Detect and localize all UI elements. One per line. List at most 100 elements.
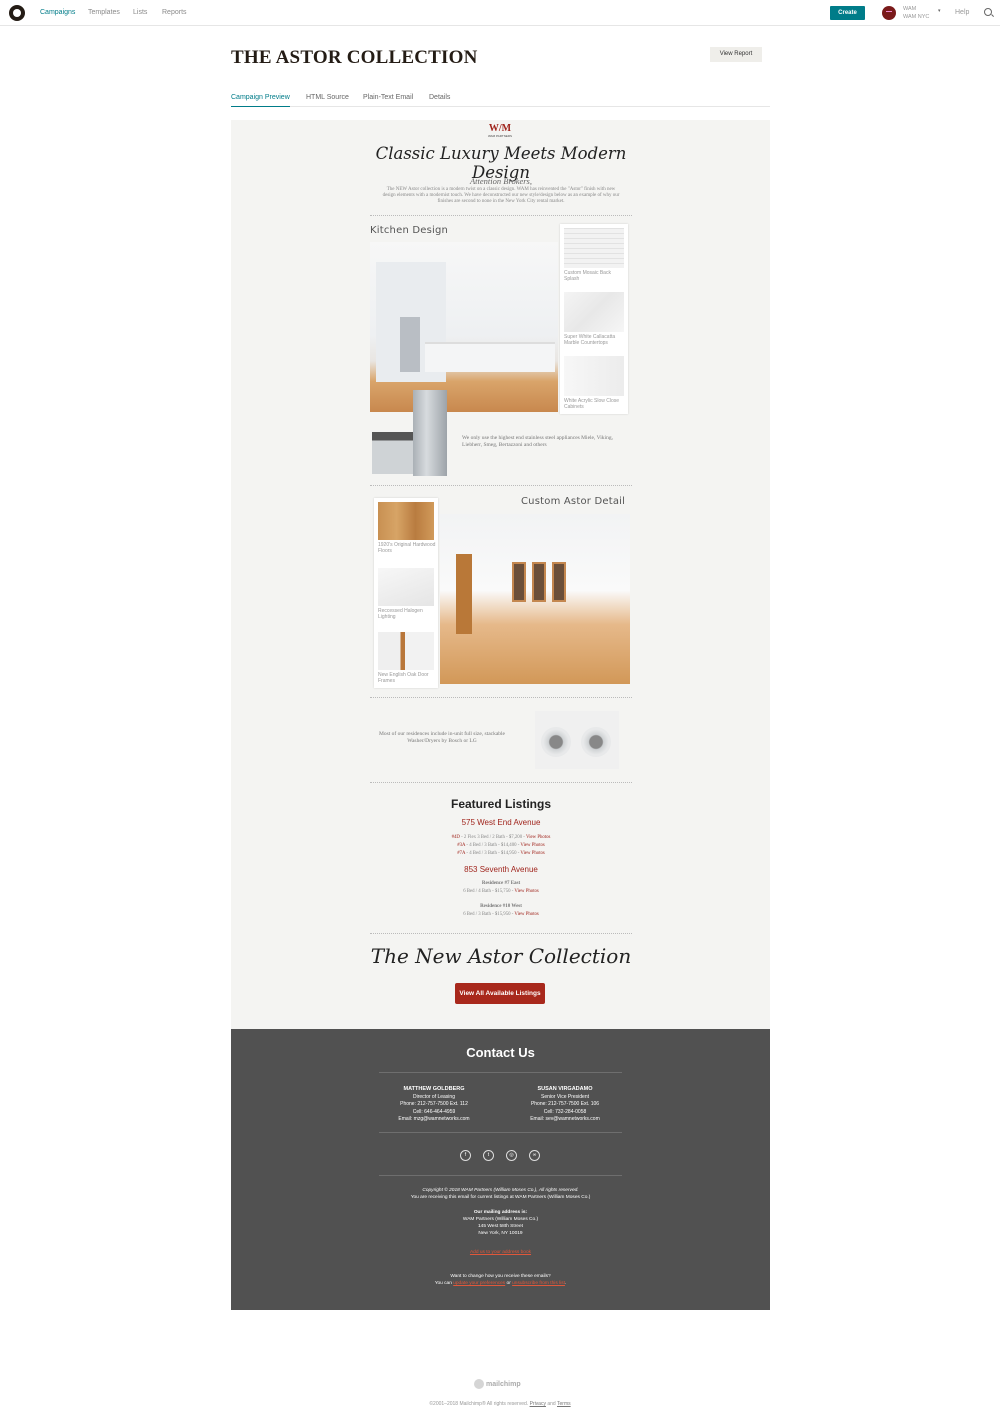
preferences-line: You can update your preferences or unsub…: [231, 1281, 770, 1288]
email-footer: Contact Us MATTHEW GOLDBERG Director of …: [231, 1029, 770, 1310]
contact-person: SUSAN VIRGADAMO Senior Vice President Ph…: [505, 1086, 625, 1124]
nav-reports[interactable]: Reports: [162, 9, 187, 16]
swatch-label: 1920's Original Hardwood Floors: [378, 542, 436, 554]
top-nav: Campaigns Templates Lists Reports Create…: [0, 0, 1000, 26]
unit-code[interactable]: #7A: [457, 851, 465, 856]
building-853-seventh: 853 Seventh Avenue: [464, 865, 538, 874]
wam-logo-mark: W/M: [488, 123, 512, 134]
account-menu[interactable]: WAM WAM NYC: [903, 5, 929, 21]
contact-email[interactable]: Email: mzg@wamnetworks.com: [374, 1116, 494, 1124]
view-photos-link[interactable]: View Photos: [514, 912, 538, 917]
unit-details: - 2 Flex 3 Bed / 2 Bath - $7,200 -: [459, 835, 527, 840]
unsubscribe-link[interactable]: unsubscribe from this list: [512, 1281, 565, 1286]
view-photos-link[interactable]: View Photos: [526, 835, 550, 840]
contact-name: MATTHEW GOLDBERG: [403, 1086, 465, 1092]
marble-swatch-image: [564, 292, 624, 332]
view-photos-link[interactable]: View Photos: [520, 851, 544, 856]
listing-row: #4D - 2 Flex 3 Bed / 2 Bath - $7,200 - V…: [370, 834, 632, 842]
account-name: WAM: [903, 6, 917, 12]
view-photos-link[interactable]: View Photos: [520, 843, 544, 848]
contact-cell: Cell: 646-464-4959: [412, 1108, 456, 1115]
wam-logo-text: WAM PARTNERS: [487, 134, 513, 138]
unit-code[interactable]: #4D: [452, 835, 460, 840]
listing-row: 6 Bed / 3 Bath - $15,950 - View Photos: [370, 911, 632, 919]
fridge-photo: [413, 390, 447, 476]
tab-plain-text-email[interactable]: Plain-Text Email: [363, 94, 413, 107]
campaign-tabs: Campaign Preview HTML Source Plain-Text …: [231, 94, 770, 107]
hardwood-swatch-image: [378, 502, 434, 540]
chevron-down-icon[interactable]: ▾: [938, 8, 941, 14]
twitter-icon[interactable]: t: [483, 1150, 494, 1161]
kitchen-heading: Kitchen Design: [370, 225, 449, 236]
divider: [379, 1132, 622, 1133]
tab-campaign-preview[interactable]: Campaign Preview: [231, 94, 290, 107]
contact-title: Director of Leasing: [413, 1093, 455, 1100]
contact-title: Senior Vice President: [541, 1093, 589, 1100]
facebook-icon[interactable]: f: [460, 1150, 471, 1161]
nav-campaigns[interactable]: Campaigns: [40, 9, 75, 16]
mailing-heading: Our mailing address is:: [473, 1210, 528, 1215]
view-photos-link[interactable]: View Photos: [514, 889, 538, 894]
page-title: THE ASTOR COLLECTION: [231, 47, 478, 68]
mailchimp-brand-text: mailchimp: [486, 1380, 521, 1388]
address-line: New York, NY 10019: [478, 1231, 523, 1236]
nav-templates[interactable]: Templates: [88, 9, 120, 16]
mailchimp-logo-icon[interactable]: [9, 5, 25, 21]
range-photo: [372, 432, 416, 474]
period-text: .: [564, 1281, 567, 1286]
washer-dryer-text: Most of our residences include in-unit f…: [378, 731, 505, 744]
privacy-link[interactable]: Privacy: [530, 1401, 546, 1407]
view-report-button[interactable]: View Report: [710, 47, 762, 62]
wam-partners-logo: W/M WAM PARTNERS: [484, 124, 516, 142]
room-photo: [440, 514, 630, 684]
view-all-listings-button[interactable]: View All Available Listings: [455, 983, 545, 1004]
add-address-book-link[interactable]: Add us to your address book: [470, 1250, 531, 1255]
building-575-west-end: 575 West End Avenue: [461, 818, 541, 827]
mailchimp-footer-logo: mailchimp: [474, 1379, 526, 1391]
swatch-label: New English Oak Door Frames: [378, 672, 429, 684]
mosaic-swatch-image: [564, 228, 624, 268]
attention-heading: Attention Brokers,: [469, 176, 532, 186]
detail-swatch-column: 1920's Original Hardwood Floors Reccesse…: [374, 498, 438, 688]
mailchimp-freddie-icon: [474, 1379, 484, 1389]
intro-text: The NEW Astor collection is a modern twi…: [382, 187, 620, 204]
receiving-text: You are receiving this email for current…: [410, 1195, 591, 1200]
and-text: and: [547, 1401, 556, 1407]
divider: [370, 697, 632, 698]
account-sub: WAM NYC: [903, 14, 930, 20]
door-frame-swatch-image: [378, 632, 434, 670]
copyright-text: ©2001–2018 Mailchimp® All rights reserve…: [429, 1401, 529, 1407]
help-link[interactable]: Help: [955, 9, 969, 16]
featured-listings-heading: Featured Listings: [450, 797, 551, 811]
add-address-book: Add us to your address book: [231, 1250, 770, 1257]
kitchen-photo: [370, 242, 558, 412]
listing-row: #3A - 4 Bed / 3 Bath - $14,400 - View Ph…: [370, 842, 632, 850]
contact-name: SUSAN VIRGADAMO: [537, 1086, 593, 1092]
create-button[interactable]: Create: [830, 6, 865, 20]
divider: [370, 215, 632, 216]
unit-details: - 4 Bed / 3 Bath - $14,400 -: [465, 843, 521, 848]
divider: [379, 1175, 622, 1176]
change-question: Want to change how you receive these ema…: [450, 1274, 551, 1279]
unit-details: 6 Bed / 3 Bath - $15,950 -: [463, 912, 515, 917]
account-avatar[interactable]: [882, 6, 896, 20]
divider: [370, 485, 632, 486]
lighting-swatch-image: [378, 568, 434, 606]
you-can-text: You can: [434, 1281, 454, 1286]
website-icon[interactable]: ∞: [529, 1150, 540, 1161]
contact-person: MATTHEW GOLDBERG Director of Leasing Pho…: [374, 1086, 494, 1124]
instagram-icon[interactable]: ◎: [506, 1150, 517, 1161]
tab-details[interactable]: Details: [429, 94, 450, 107]
terms-link[interactable]: Terms: [557, 1401, 571, 1407]
nav-lists[interactable]: Lists: [133, 9, 147, 16]
update-preferences-link[interactable]: update your preferences: [453, 1281, 505, 1286]
residence-heading: Residence #10 West: [480, 904, 522, 909]
unit-details: - 4 Bed / 3 Bath - $14,950 -: [465, 851, 521, 856]
contact-heading: Contact Us: [466, 1045, 535, 1060]
washer-dryer-photo: [535, 711, 619, 769]
tab-html-source[interactable]: HTML Source: [306, 94, 349, 107]
unit-code[interactable]: #3A: [457, 843, 465, 848]
search-icon[interactable]: [984, 8, 992, 16]
contact-email[interactable]: Email: sev@wamnetworks.com: [505, 1116, 625, 1124]
unit-details: 6 Bed / 4 Bath - $15,750 -: [463, 889, 515, 894]
